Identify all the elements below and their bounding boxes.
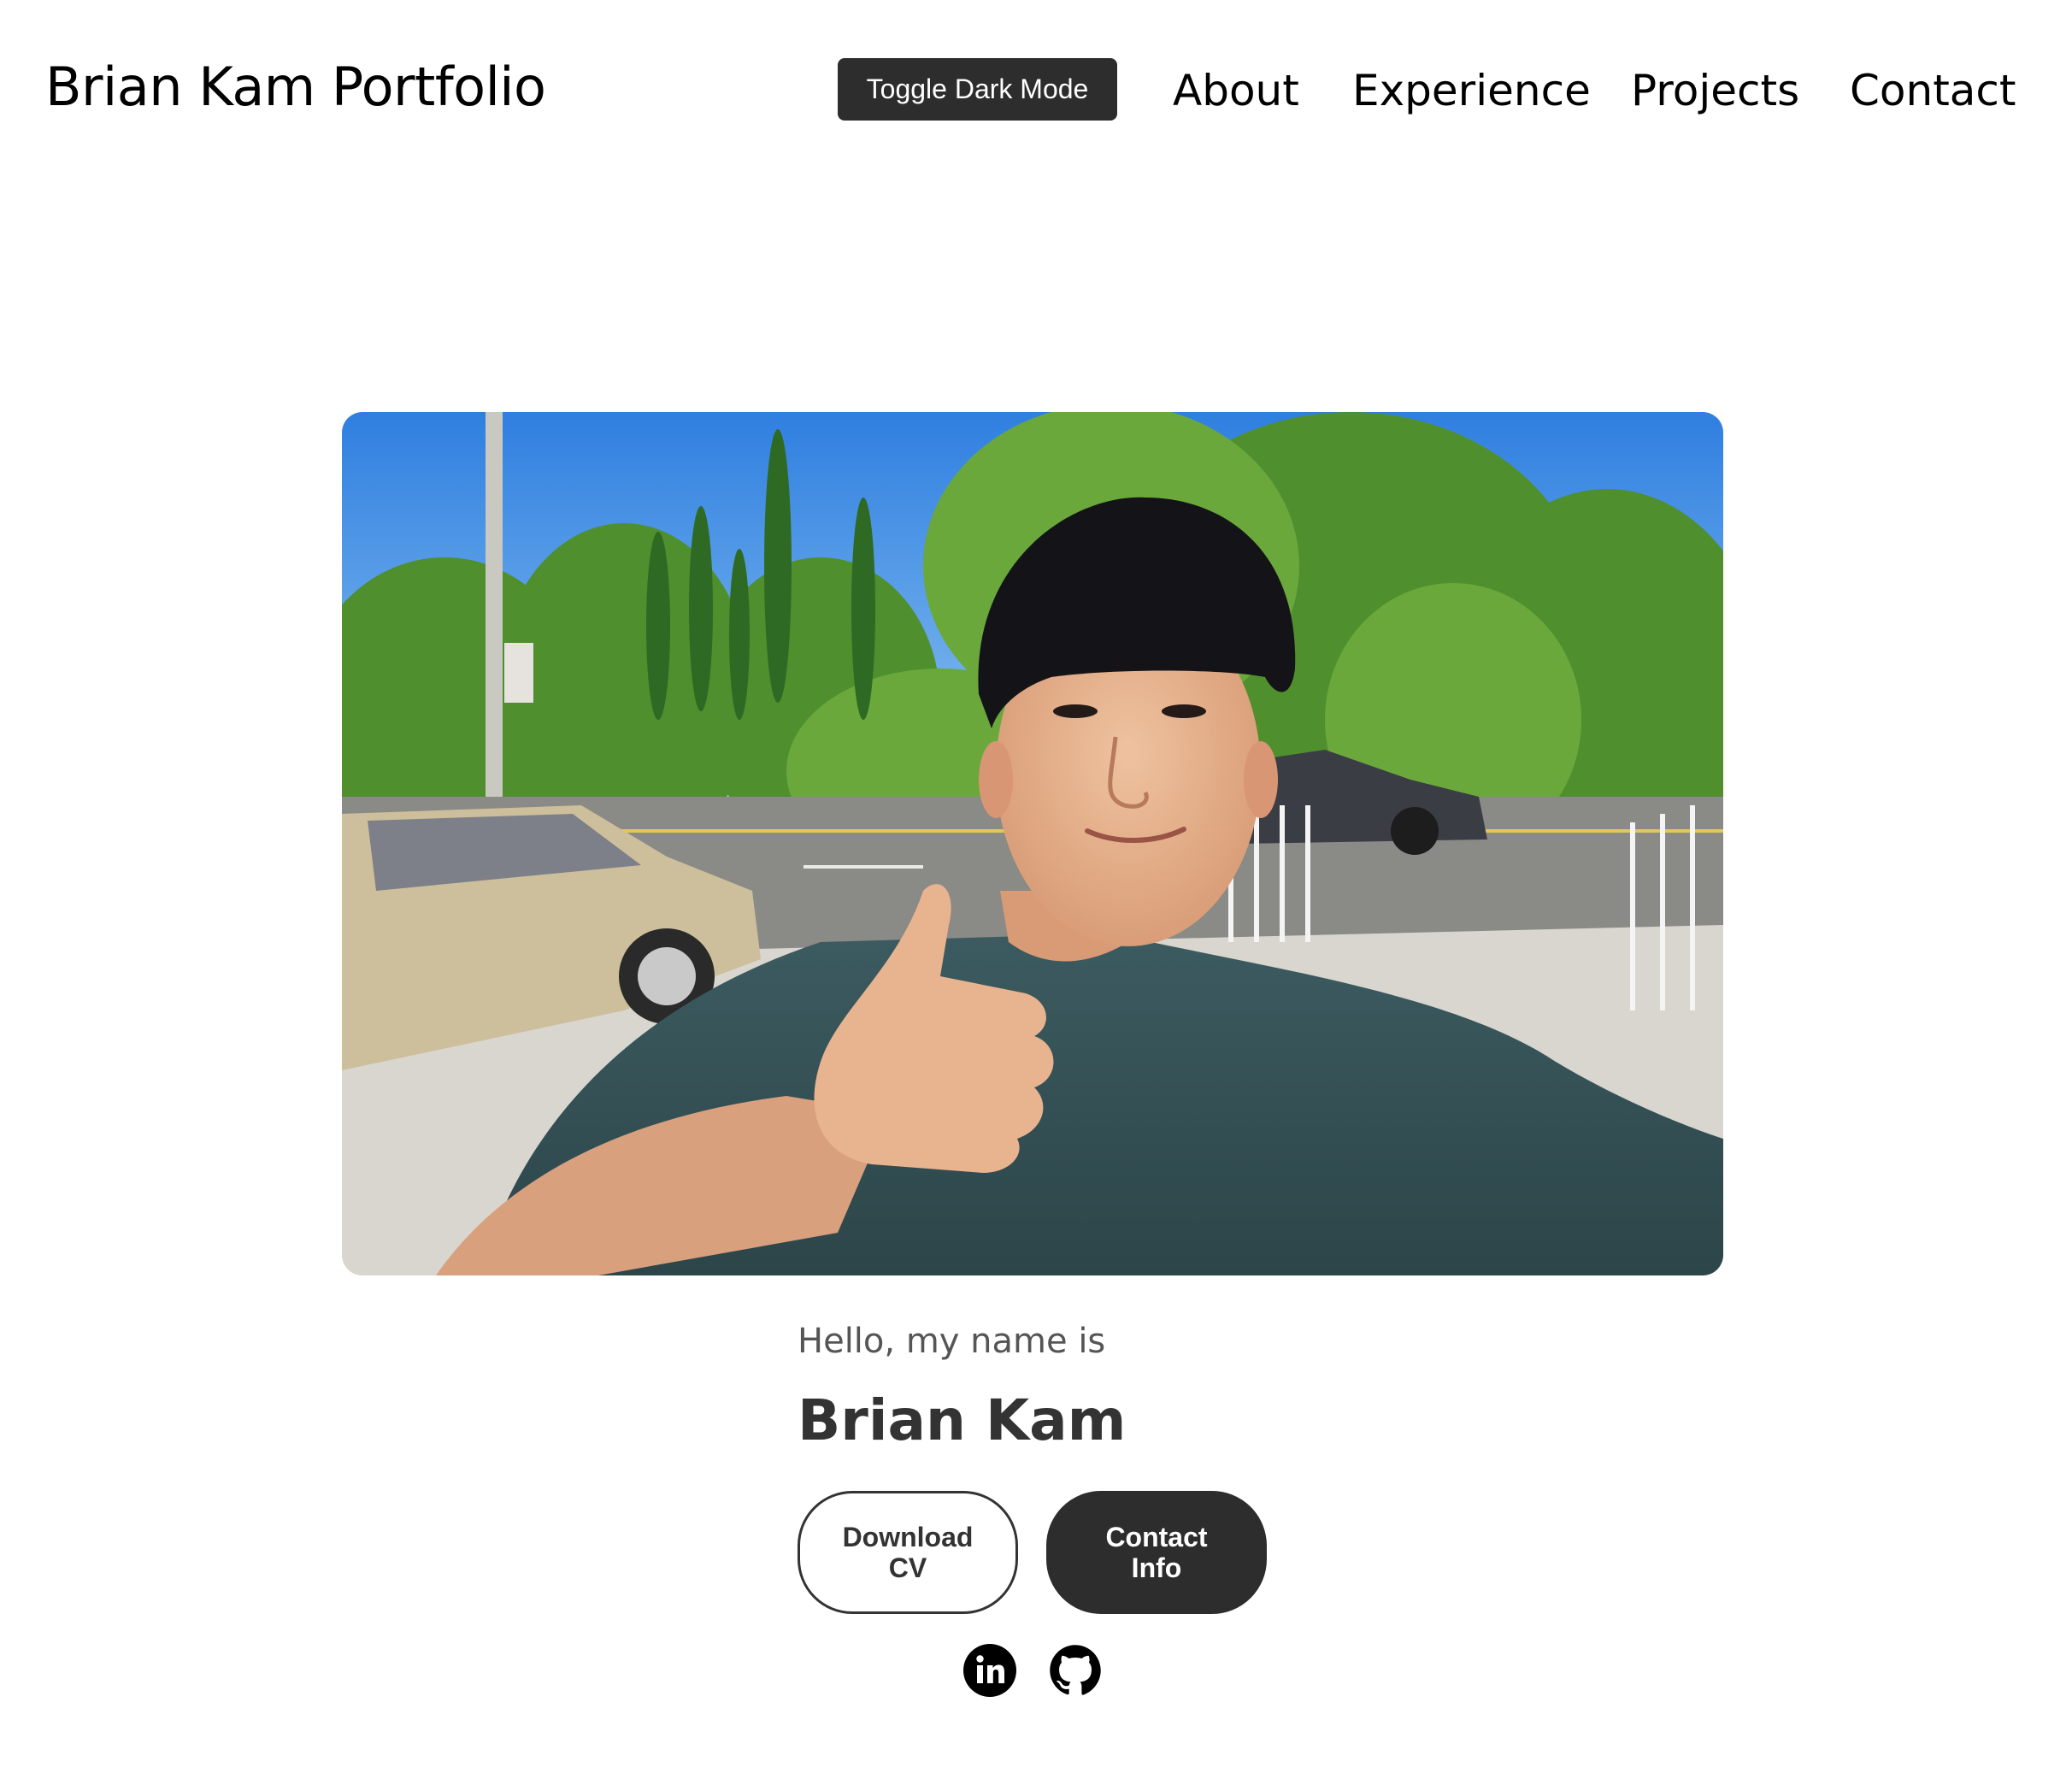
nav-link-about[interactable]: About	[1173, 60, 1299, 121]
profile-photo	[342, 412, 1723, 1275]
nav-link-contact[interactable]: Contact	[1850, 60, 2016, 121]
greeting-text: Hello, my name is	[798, 1322, 1106, 1361]
contact-info-button[interactable]: Contact Info	[1046, 1491, 1267, 1614]
github-icon[interactable]	[1049, 1644, 1102, 1697]
toggle-dark-mode-button[interactable]: Toggle Dark Mode	[838, 58, 1117, 121]
download-cv-button[interactable]: Download CV	[798, 1491, 1018, 1614]
nav-link-projects[interactable]: Projects	[1631, 60, 1799, 121]
hero-name: Brian Kam	[798, 1387, 1127, 1453]
site-title: Brian Kam Portfolio	[45, 56, 546, 118]
linkedin-icon[interactable]	[963, 1644, 1016, 1697]
nav-link-experience[interactable]: Experience	[1352, 60, 1591, 121]
